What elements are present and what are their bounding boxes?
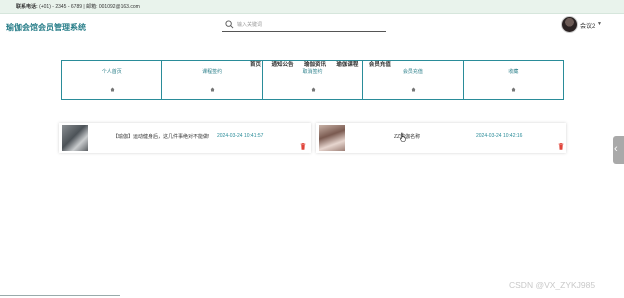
favorite-item[interactable]: 【瑜伽】运动健身后，这几件事绝对不能做! 2024-03-24 10:41:57 bbox=[59, 123, 311, 153]
home-icon bbox=[210, 87, 215, 92]
menu-card-profile[interactable]: 个人首页 bbox=[62, 61, 163, 99]
menu-card-favorites[interactable]: 收藏 bbox=[464, 61, 563, 99]
trash-icon[interactable] bbox=[558, 143, 564, 150]
contact-value: (+01) - 2345 - 6789 | 邮箱: 001092@163.com bbox=[39, 4, 140, 10]
home-icon bbox=[110, 87, 115, 92]
search-input[interactable] bbox=[237, 19, 377, 30]
menu-card-course-signup[interactable]: 课程签约 bbox=[162, 61, 263, 99]
hand-cursor-icon bbox=[399, 132, 406, 142]
top-contact-bar: 联系电话: (+01) - 2345 - 6789 | 邮箱: 001092@1… bbox=[0, 0, 624, 14]
contact-label: 联系电话: bbox=[16, 4, 38, 10]
item-thumbnail[interactable] bbox=[319, 125, 345, 151]
home-icon bbox=[311, 87, 316, 92]
site-header: 瑜伽会馆会员管理系统 会议2 ▼ 首页 通知公告 瑜伽资讯 瑜伽课程 会员充值 bbox=[0, 14, 624, 68]
home-icon bbox=[511, 87, 516, 92]
watermark: CSDN @VX_ZYKJ985 bbox=[509, 280, 596, 290]
menu-card-label: 取消签约 bbox=[302, 69, 323, 75]
side-collapse-tab[interactable]: ‹ bbox=[613, 136, 624, 164]
item-title[interactable]: 【瑜伽】运动健身后，这几件事绝对不能做! bbox=[113, 133, 209, 140]
contact-info: 联系电话: (+01) - 2345 - 6789 | 邮箱: 001092@1… bbox=[16, 3, 140, 10]
home-icon bbox=[411, 87, 416, 92]
menu-card-cancel-signup[interactable]: 取消签约 bbox=[263, 61, 364, 99]
search-bar[interactable] bbox=[222, 18, 386, 32]
item-thumbnail[interactable] bbox=[62, 125, 88, 151]
menu-card-label: 个人首页 bbox=[101, 69, 122, 75]
site-title[interactable]: 瑜伽会馆会员管理系统 bbox=[6, 22, 86, 33]
menu-card-label: 课程签约 bbox=[202, 69, 223, 75]
chevron-left-icon[interactable]: ‹ bbox=[614, 142, 618, 156]
menu-card-recharge[interactable]: 会员充值 bbox=[363, 61, 464, 99]
menu-card-label: 收藏 bbox=[508, 69, 519, 75]
favorite-item[interactable]: ZZ瑜伽名称 2024-03-24 10:42:16 bbox=[316, 123, 566, 153]
menu-card-label: 会员充值 bbox=[402, 69, 423, 75]
center-menu: 个人首页 课程签约 取消签约 会员充值 收藏 bbox=[61, 60, 564, 100]
chevron-down-icon[interactable]: ▼ bbox=[597, 21, 602, 27]
search-icon[interactable] bbox=[225, 20, 234, 29]
trash-icon[interactable] bbox=[300, 143, 306, 150]
avatar[interactable] bbox=[561, 16, 578, 33]
item-date: 2024-03-24 10:42:16 bbox=[476, 133, 523, 139]
user-name[interactable]: 会议2 bbox=[580, 21, 595, 30]
item-title[interactable]: ZZ瑜伽名称 bbox=[394, 133, 420, 140]
item-date: 2024-03-24 10:41:57 bbox=[217, 133, 264, 139]
divider bbox=[0, 295, 120, 296]
